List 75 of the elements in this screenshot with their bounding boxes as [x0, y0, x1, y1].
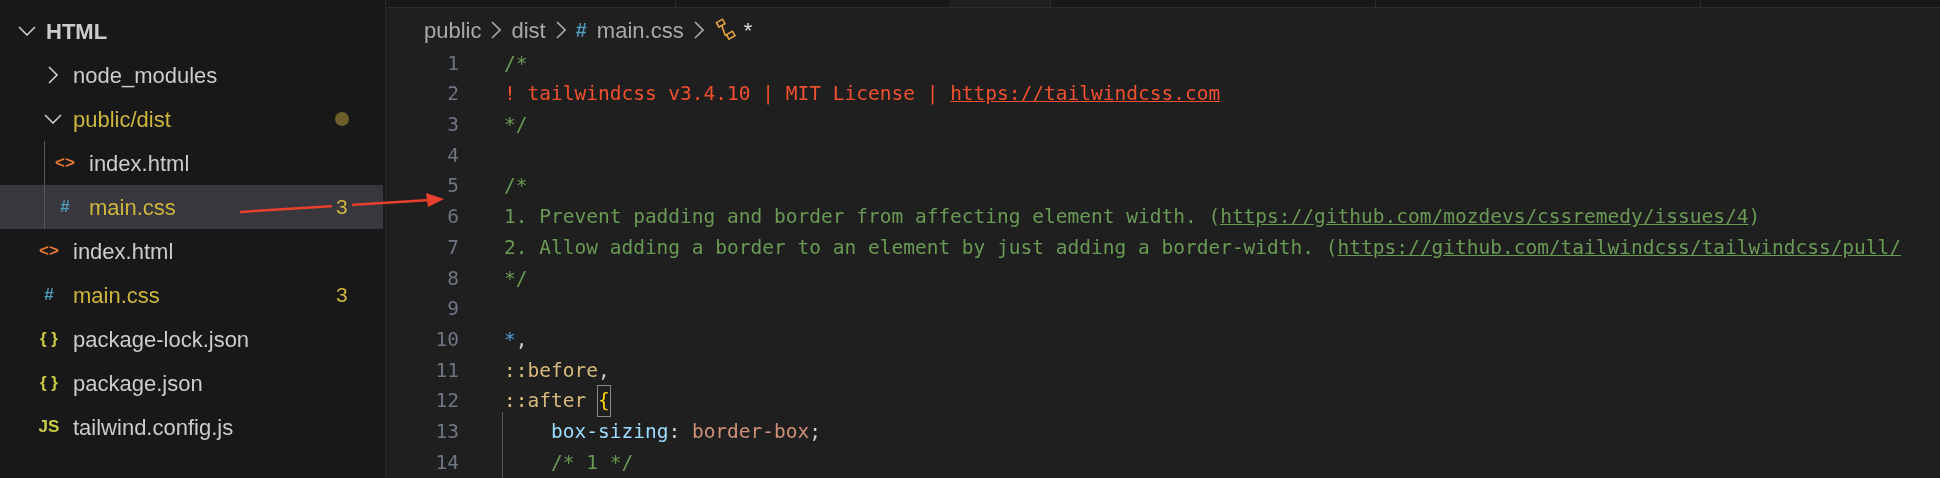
- line-number: 6: [446, 204, 459, 231]
- line-number: 8: [446, 265, 459, 292]
- file-name: index.html: [73, 237, 174, 266]
- breadcrumb-item[interactable]: dist: [511, 13, 546, 47]
- breadcrumb-item[interactable]: main.css: [596, 13, 684, 47]
- file-name: main.css: [73, 281, 160, 310]
- code-token: /* 1 */: [551, 449, 634, 476]
- line-number: 7: [446, 234, 459, 261]
- chevron-down-icon: [18, 26, 36, 36]
- code-link[interactable]: https://tailwindcss.com: [950, 79, 1221, 109]
- code-token: border-box: [691, 418, 810, 445]
- file-type-icon: { }: [37, 370, 61, 396]
- folder-row[interactable]: node_modules: [0, 53, 383, 97]
- chevron-right-icon: [555, 21, 566, 39]
- file-row[interactable]: # main.css 3: [0, 185, 383, 229]
- code-token: 1. Prevent padding and border from affecting element width. (: [504, 204, 1221, 231]
- code-token: box-sizing: [551, 418, 669, 445]
- file-type-icon: { }: [37, 326, 61, 352]
- folder-name: public/dist: [73, 105, 171, 134]
- chevron-right-icon: [48, 66, 58, 84]
- folder-row[interactable]: public/dist: [0, 97, 383, 141]
- code-token: ): [1748, 204, 1761, 231]
- code-token: :: [668, 418, 682, 445]
- breadcrumb-item[interactable]: public: [424, 13, 482, 47]
- code-token: ! tailwindcss v3.4.10 | MIT License |: [504, 81, 940, 108]
- code-token: ::before: [504, 357, 598, 384]
- line-number: 5: [446, 173, 459, 200]
- file-row[interactable]: # main.css 3: [0, 273, 383, 317]
- file-row[interactable]: JS tailwind.config.js: [0, 405, 383, 449]
- section-title: HTML: [46, 17, 108, 46]
- code-token: ;: [809, 418, 822, 445]
- explorer-section-header[interactable]: HTML: [0, 9, 385, 53]
- line-number: 12: [434, 388, 459, 415]
- code-link[interactable]: https://github.com/tailwindcss/tailwindcss/pull/: [1337, 232, 1902, 263]
- chevron-right-icon: [491, 21, 502, 39]
- line-number: 11: [434, 357, 459, 384]
- line-number: 14: [434, 449, 459, 476]
- file-row[interactable]: <> index.html: [0, 141, 383, 185]
- line-number: 4: [446, 142, 459, 169]
- breadcrumb-item[interactable]: *: [743, 13, 753, 47]
- line-number: 9: [446, 296, 459, 323]
- code-token: {: [597, 386, 610, 416]
- chevron-right-icon: [693, 21, 704, 39]
- code-token: /*: [504, 173, 528, 200]
- file-name: package-lock.json: [73, 325, 250, 354]
- file-row[interactable]: <> index.html: [0, 229, 383, 273]
- line-number: 13: [434, 418, 459, 445]
- code-token: ::after: [504, 388, 588, 415]
- chevron-down-icon: [44, 114, 62, 124]
- code-token: /*: [504, 50, 528, 77]
- symbol-icon: [713, 18, 738, 42]
- file-row[interactable]: { } package.json: [0, 361, 383, 405]
- line-number: 3: [446, 112, 459, 139]
- code-token: *: [504, 326, 516, 353]
- code-token: 2. Allow adding a border to an element by just adding a border-width. (: [504, 234, 1338, 261]
- code-token: */: [504, 112, 528, 139]
- code-token: */: [504, 265, 528, 292]
- line-number: 10: [434, 326, 459, 353]
- file-name: tailwind.config.js: [73, 413, 234, 442]
- code-link[interactable]: https://github.com/mozdevs/cssremedy/issues/4: [1220, 202, 1749, 232]
- line-number: 2: [446, 81, 459, 108]
- file-type-icon: <>: [37, 238, 61, 264]
- code-token: ,: [515, 326, 528, 353]
- folder-name: node_modules: [73, 61, 218, 90]
- css-file-icon: #: [575, 15, 587, 45]
- file-type-icon: JS: [37, 414, 61, 440]
- file-type-icon: #: [53, 194, 77, 220]
- file-row[interactable]: { } package-lock.json: [0, 317, 383, 361]
- file-name: main.css: [89, 193, 176, 222]
- file-type-icon: <>: [53, 150, 77, 176]
- file-type-icon: #: [37, 282, 61, 308]
- line-number: 1: [446, 50, 459, 77]
- file-name: index.html: [89, 149, 190, 178]
- code-token: ,: [597, 357, 610, 384]
- file-name: package.json: [73, 369, 203, 398]
